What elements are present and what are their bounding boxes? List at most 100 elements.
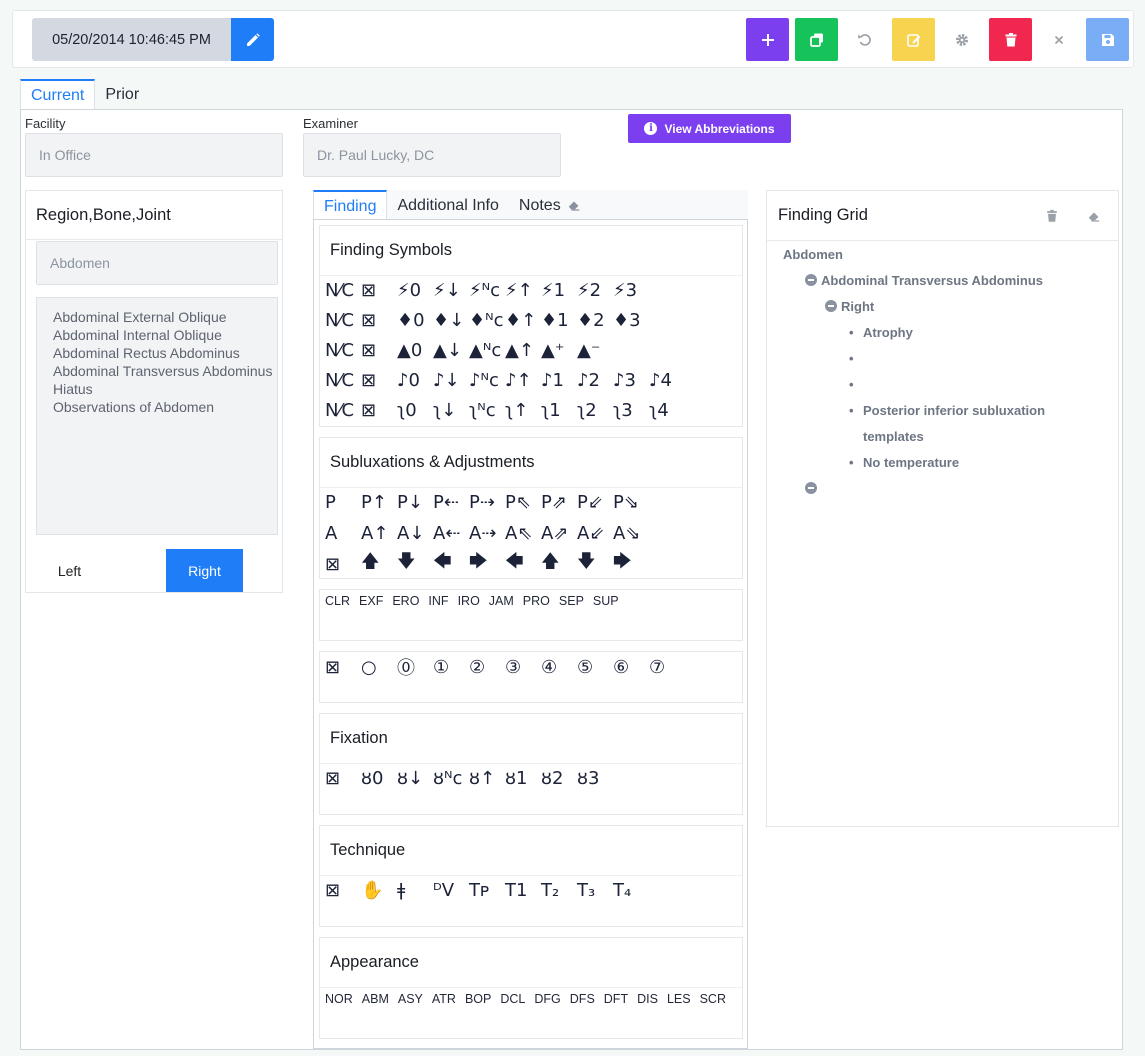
subluxation-symbol[interactable]: 🡄 (433, 549, 469, 579)
finding-symbol[interactable]: ♦3 (613, 310, 649, 331)
subluxation-code[interactable]: ERO (392, 594, 419, 608)
finding-symbol[interactable]: ʅ↓ (433, 400, 469, 421)
finding-symbol[interactable]: ♦↑ (505, 310, 541, 331)
finding-symbol[interactable]: ♪↑ (505, 370, 541, 391)
subluxation-code[interactable]: CLR (325, 594, 350, 608)
appearance-code[interactable]: NOR (325, 992, 353, 1006)
subluxation-symbol[interactable]: 🡆 (469, 549, 505, 579)
finding-symbol[interactable]: ♪4 (649, 370, 685, 391)
subluxation-symbol[interactable]: P↓ (397, 492, 433, 513)
technique-symbol[interactable]: T₄ (613, 880, 649, 901)
subluxation-symbol[interactable]: P⇗ (541, 492, 577, 513)
subluxation-code[interactable]: SEP (559, 594, 584, 608)
subluxation-symbol[interactable]: A (325, 523, 361, 544)
fixation-symbol[interactable]: ȣᴺc (433, 768, 469, 789)
finding-symbol[interactable]: ʅᴺc (469, 400, 505, 421)
finding-symbol[interactable]: ʅ4 (649, 400, 685, 421)
collapse-icon[interactable] (805, 274, 817, 286)
finding-symbol[interactable]: ⚡1 (541, 280, 577, 301)
finding-symbol[interactable]: ♪1 (541, 370, 577, 391)
list-item[interactable]: Abdominal External Oblique (53, 308, 277, 326)
finding-symbol[interactable]: N⁄C (325, 310, 361, 331)
right-button[interactable]: Right (166, 549, 243, 592)
add-button[interactable] (746, 18, 789, 61)
subluxation-circle-symbol[interactable]: ① (433, 657, 469, 678)
trash-icon[interactable] (1045, 209, 1059, 223)
finding-symbol[interactable]: ʅ↑ (505, 400, 541, 421)
note-button[interactable] (892, 18, 935, 61)
delete-button[interactable] (989, 18, 1032, 61)
subluxation-symbol[interactable]: P⇙ (577, 492, 613, 513)
finding-symbol[interactable]: ⊠ (361, 400, 397, 421)
subluxation-circle-symbol[interactable]: ⑦ (649, 657, 685, 678)
save-button[interactable] (1086, 18, 1129, 61)
region-list[interactable]: Abdominal External Oblique Abdominal Int… (36, 297, 278, 535)
technique-symbol[interactable]: T1 (505, 880, 541, 901)
finding-symbol[interactable]: N⁄C (325, 400, 361, 421)
finding-symbol[interactable]: ♪3 (613, 370, 649, 391)
subluxation-code[interactable]: INF (428, 594, 448, 608)
close-button[interactable] (1037, 18, 1080, 61)
finding-symbol[interactable]: ⊠ (361, 340, 397, 361)
fixation-symbol[interactable]: ȣ↑ (469, 768, 505, 789)
tree-node-muscle[interactable]: Abdominal Transversus Abdominus (805, 273, 1043, 288)
subluxation-symbol[interactable]: A⇠ (433, 523, 469, 544)
subluxation-symbol[interactable]: P⇠ (433, 492, 469, 513)
subluxation-symbol[interactable]: A⇙ (577, 523, 613, 544)
finding-symbol[interactable]: ♪ᴺc (469, 370, 505, 391)
subluxation-circle-symbol[interactable]: ⑤ (577, 657, 613, 678)
finding-symbol[interactable]: ʅ0 (397, 400, 433, 421)
tree-node-empty[interactable] (805, 481, 821, 496)
subluxation-symbol[interactable]: P⇢ (469, 492, 505, 513)
collapse-icon[interactable] (805, 482, 817, 494)
appearance-code[interactable]: DCL (500, 992, 525, 1006)
finding-symbol[interactable]: N⁄C (325, 340, 361, 361)
technique-symbol[interactable]: T₃ (577, 880, 613, 901)
subluxation-symbol[interactable]: A↓ (397, 523, 433, 544)
region-selected-field[interactable]: Abdomen (36, 241, 278, 285)
subluxation-circle-symbol[interactable]: ⊠ (325, 657, 361, 678)
subluxation-circle-symbol[interactable]: ④ (541, 657, 577, 678)
list-item[interactable]: Abdominal Rectus Abdominus (53, 344, 277, 362)
left-button[interactable]: Left (31, 549, 108, 592)
tree-node-side[interactable]: Right (825, 299, 874, 314)
fixation-symbol[interactable]: ȣ1 (505, 768, 541, 789)
collapse-icon[interactable] (825, 300, 837, 312)
technique-symbol[interactable]: ⊠ (325, 880, 361, 901)
subluxation-code[interactable]: PRO (523, 594, 550, 608)
subluxation-symbol[interactable]: A⇘ (613, 523, 649, 544)
appearance-code[interactable]: ASY (398, 992, 423, 1006)
finding-symbol[interactable]: ʅ3 (613, 400, 649, 421)
subluxation-circle-symbol[interactable]: ○ (361, 657, 397, 678)
subluxation-symbol[interactable]: 🡇 (397, 549, 433, 579)
fixation-symbol[interactable]: ȣ2 (541, 768, 577, 789)
finding-symbol[interactable]: ♦0 (397, 310, 433, 331)
finding-symbol[interactable]: ♦ᴺc (469, 310, 505, 331)
subluxation-circle-symbol[interactable]: ⑥ (613, 657, 649, 678)
finding-symbol[interactable]: ▲↑ (505, 340, 541, 361)
appearance-code[interactable]: DFS (570, 992, 595, 1006)
technique-symbol[interactable]: ǂ (397, 880, 433, 901)
tab-additional-info[interactable]: Additional Info (387, 190, 508, 220)
finding-symbol[interactable]: ⚡↑ (505, 280, 541, 301)
tree-root[interactable]: Abdomen (783, 247, 843, 262)
finding-symbol[interactable]: ⚡2 (577, 280, 613, 301)
finding-symbol[interactable]: ▲↓ (433, 340, 469, 361)
subluxation-symbol[interactable]: P⇖ (505, 492, 541, 513)
subluxation-symbol[interactable]: A⇖ (505, 523, 541, 544)
copy-button[interactable] (795, 18, 838, 61)
subluxation-symbol[interactable]: 🡆 (613, 549, 649, 579)
eraser-icon[interactable] (567, 198, 581, 212)
appearance-code[interactable]: DFT (604, 992, 628, 1006)
subluxation-symbol[interactable]: A⇗ (541, 523, 577, 544)
tab-current[interactable]: Current (20, 79, 96, 110)
tree-finding-item[interactable]: Posterior inferior subluxation (849, 403, 1045, 418)
edit-datetime-button[interactable] (231, 18, 274, 61)
finding-symbol[interactable]: ʅ1 (541, 400, 577, 421)
facility-field[interactable]: In Office (25, 133, 283, 177)
subluxation-circle-symbol[interactable]: ② (469, 657, 505, 678)
finding-symbol[interactable]: ▲ᴺc (469, 340, 505, 361)
technique-symbol[interactable]: T₂ (541, 880, 577, 901)
finding-symbol[interactable]: ⚡ᴺc (469, 280, 505, 301)
finding-symbol[interactable]: ⚡3 (613, 280, 649, 301)
